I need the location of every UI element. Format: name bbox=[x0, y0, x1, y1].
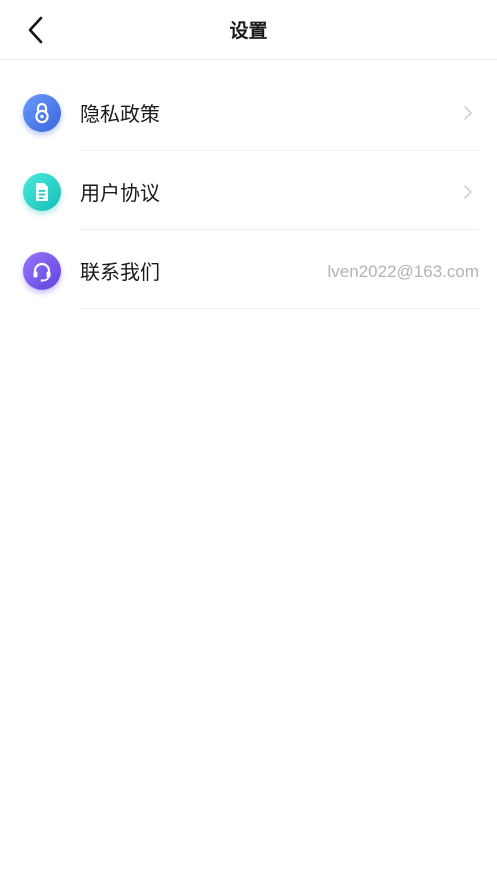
divider bbox=[80, 308, 479, 309]
page-title: 设置 bbox=[229, 20, 268, 42]
chevron-right-icon bbox=[464, 106, 472, 120]
settings-item-contact-us[interactable]: 联系我们 lven2022@163.com bbox=[0, 234, 497, 313]
back-button[interactable] bbox=[18, 12, 54, 48]
divider bbox=[80, 229, 479, 230]
navigation-bar: 设置 bbox=[0, 0, 497, 60]
chevron-right-icon bbox=[464, 185, 472, 199]
privacy-lock-icon bbox=[23, 94, 61, 132]
settings-item-label: 用户协议 bbox=[80, 181, 160, 205]
settings-item-label: 联系我们 bbox=[80, 260, 160, 284]
headset-icon bbox=[23, 252, 61, 290]
settings-item-user-agreement[interactable]: 用户协议 bbox=[0, 155, 497, 234]
settings-screen: 设置 隐私政策 用户协议 联系我们 lven2022@163.com bbox=[0, 0, 497, 883]
divider bbox=[80, 150, 479, 151]
chevron-left-icon bbox=[28, 16, 43, 44]
settings-list: 隐私政策 用户协议 联系我们 lven2022@163.com bbox=[0, 76, 497, 313]
settings-item-label: 隐私政策 bbox=[80, 102, 160, 126]
document-icon bbox=[23, 173, 61, 211]
settings-item-privacy-policy[interactable]: 隐私政策 bbox=[0, 76, 497, 155]
contact-email: lven2022@163.com bbox=[327, 262, 479, 281]
